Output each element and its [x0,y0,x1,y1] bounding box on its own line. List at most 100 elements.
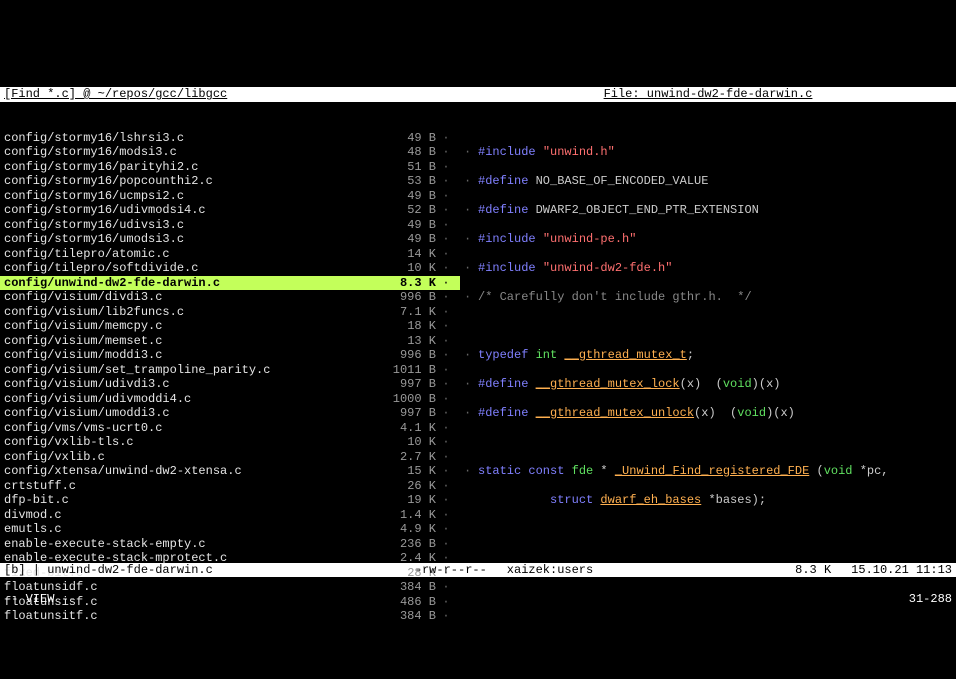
file-size: 26 K [376,479,436,494]
file-name: config/vxlib.c [4,450,376,465]
file-marker: · [436,464,456,479]
file-row[interactable]: dfp-bit.c19 K· [0,493,460,508]
file-row[interactable]: config/stormy16/parityhi2.c51 B· [0,160,460,175]
file-size: 2.7 K [376,450,436,465]
file-row[interactable]: config/stormy16/modsi3.c48 B· [0,145,460,160]
file-name: config/stormy16/parityhi2.c [4,160,376,175]
file-row[interactable]: enable-execute-stack-empty.c236 B· [0,537,460,552]
status-perms: -rw-r--r-- [415,563,487,578]
file-name: config/stormy16/udivsi3.c [4,218,376,233]
file-name: config/visium/memset.c [4,334,376,349]
file-list[interactable]: config/stormy16/lshrsi3.c49 B·config/sto… [0,131,460,624]
file-row[interactable]: config/visium/udivmoddi4.c1000 B· [0,392,460,407]
file-row[interactable]: config/stormy16/popcounthi2.c53 B· [0,174,460,189]
file-name: config/visium/udivmoddi4.c [4,392,376,407]
file-size: 51 B [376,160,436,175]
status-owner: xaizek:users [507,563,593,578]
file-marker: · [436,479,456,494]
file-marker: · [436,450,456,465]
file-name: config/stormy16/lshrsi3.c [4,131,376,146]
status-file: [b] | unwind-dw2-fde-darwin.c [4,563,213,578]
file-list-pane: [Find *.c] @ ~/repos/gcc/libgcc config/s… [0,58,460,548]
file-marker: · [436,522,456,537]
file-marker: · [436,363,456,378]
file-size: 997 B [376,406,436,421]
file-size: 7.1 K [376,305,436,320]
preview-pane: File: unwind-dw2-fde-darwin.c ·#include … [460,58,956,548]
file-row[interactable]: config/vxlib.c2.7 K· [0,450,460,465]
file-name: config/tilepro/atomic.c [4,247,376,262]
file-row[interactable]: config/xtensa/unwind-dw2-xtensa.c15 K· [0,464,460,479]
file-size: 8.3 K [376,276,436,291]
file-name: config/stormy16/udivmodsi4.c [4,203,376,218]
file-row[interactable]: config/visium/set_trampoline_parity.c101… [0,363,460,378]
file-row[interactable]: config/vxlib-tls.c10 K· [0,435,460,450]
file-name: config/visium/divdi3.c [4,290,376,305]
status-bar: [b] | unwind-dw2-fde-darwin.c -rw-r--r--… [0,563,956,578]
file-name: config/stormy16/popcounthi2.c [4,174,376,189]
file-marker: · [436,334,456,349]
file-row[interactable]: config/vms/vms-ucrt0.c4.1 K· [0,421,460,436]
file-marker: · [436,348,456,363]
file-marker: · [436,276,456,291]
file-row[interactable]: config/stormy16/umodsi3.c49 B· [0,232,460,247]
file-name: config/visium/umoddi3.c [4,406,376,421]
file-name: config/visium/memcpy.c [4,319,376,334]
file-size: 15 K [376,464,436,479]
file-row[interactable]: config/stormy16/udivsi3.c49 B· [0,218,460,233]
file-name: config/tilepro/softdivide.c [4,261,376,276]
file-size: 48 B [376,145,436,160]
file-marker: · [436,174,456,189]
file-size: 996 B [376,290,436,305]
file-marker: · [436,247,456,262]
file-name: config/unwind-dw2-fde-darwin.c [4,276,376,291]
file-size: 49 B [376,131,436,146]
file-row[interactable]: config/visium/umoddi3.c997 B· [0,406,460,421]
file-size: 1000 B [376,392,436,407]
file-size: 53 B [376,174,436,189]
file-row[interactable]: config/stormy16/lshrsi3.c49 B· [0,131,460,146]
file-row[interactable]: config/tilepro/atomic.c14 K· [0,247,460,262]
file-row[interactable]: config/visium/memset.c13 K· [0,334,460,349]
file-size: 13 K [376,334,436,349]
left-header: [Find *.c] @ ~/repos/gcc/libgcc [0,87,460,102]
file-row[interactable]: divmod.c1.4 K· [0,508,460,523]
file-marker: · [436,406,456,421]
file-name: emutls.c [4,522,376,537]
file-row[interactable]: emutls.c4.9 K· [0,522,460,537]
file-size: 49 B [376,218,436,233]
file-row[interactable]: floatunsitf.c384 B· [0,609,460,624]
file-marker: · [436,290,456,305]
file-size: 996 B [376,348,436,363]
file-marker: · [436,203,456,218]
file-row[interactable]: config/visium/divdi3.c996 B· [0,290,460,305]
file-row[interactable]: config/visium/lib2funcs.c7.1 K· [0,305,460,320]
file-marker: · [436,261,456,276]
file-row[interactable]: crtstuff.c26 K· [0,479,460,494]
file-marker: · [436,392,456,407]
file-marker: · [436,377,456,392]
file-row[interactable]: config/visium/udivdi3.c997 B· [0,377,460,392]
file-row[interactable]: config/visium/memcpy.c18 K· [0,319,460,334]
file-marker: · [436,435,456,450]
code-view[interactable]: ·#include "unwind.h" ·#define NO_BASE_OF… [460,131,956,549]
file-name: config/vms/vms-ucrt0.c [4,421,376,436]
file-row[interactable]: config/tilepro/softdivide.c10 K· [0,261,460,276]
file-row[interactable]: config/unwind-dw2-fde-darwin.c8.3 K· [0,276,460,291]
file-row[interactable]: config/visium/moddi3.c996 B· [0,348,460,363]
file-marker: · [436,537,456,552]
file-row[interactable]: config/stormy16/ucmpsi2.c49 B· [0,189,460,204]
file-row[interactable]: config/stormy16/udivmodsi4.c52 B· [0,203,460,218]
file-size: 49 B [376,189,436,204]
file-name: config/xtensa/unwind-dw2-xtensa.c [4,464,376,479]
file-size: 52 B [376,203,436,218]
mode-position: 31-288 [909,592,952,607]
file-marker: · [436,218,456,233]
file-name: enable-execute-stack-empty.c [4,537,376,552]
mode-line: -- VIEW -- 31-288 [0,592,956,607]
file-name: dfp-bit.c [4,493,376,508]
file-size: 19 K [376,493,436,508]
file-size: 10 K [376,261,436,276]
file-name: config/visium/moddi3.c [4,348,376,363]
file-size: 236 B [376,537,436,552]
